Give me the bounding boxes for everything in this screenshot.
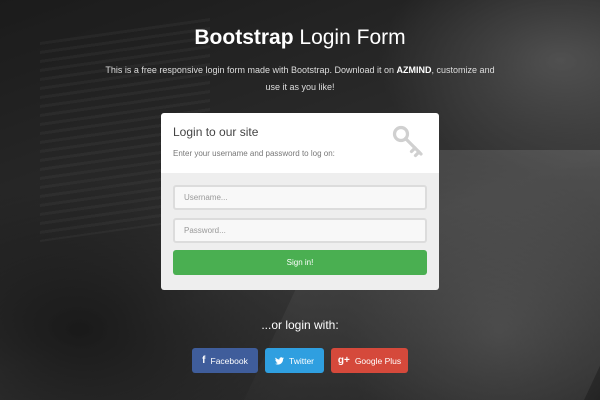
page-title: Bootstrap Login Form: [0, 26, 600, 50]
facebook-login-button[interactable]: f Facebook: [192, 348, 258, 373]
title-light: Login Form: [293, 26, 406, 49]
sign-in-button[interactable]: Sign in!: [173, 250, 427, 275]
login-form-body: Sign in!: [161, 173, 439, 290]
twitter-icon: [274, 356, 284, 365]
page-description: This is a free responsive login form mad…: [105, 62, 495, 96]
google-plus-icon: g+: [337, 355, 350, 366]
title-bold: Bootstrap: [194, 26, 294, 49]
username-input[interactable]: [173, 185, 427, 210]
key-icon: [392, 125, 423, 158]
facebook-label: Facebook: [210, 355, 248, 366]
login-subheading: Enter your username and password to log …: [173, 149, 335, 158]
page-content: Bootstrap Login Form This is a free resp…: [0, 0, 600, 400]
social-buttons: f Facebook Twitter g+ Google Plus: [0, 348, 600, 373]
facebook-icon: f: [202, 355, 206, 366]
login-heading: Login to our site: [173, 125, 259, 139]
description-brand-link[interactable]: AZMIND: [397, 65, 432, 75]
google-plus-label: Google Plus: [354, 355, 402, 366]
login-form-box: Login to our site Enter your username an…: [161, 113, 439, 290]
google-plus-login-button[interactable]: g+ Google Plus: [331, 348, 408, 373]
password-input[interactable]: [173, 218, 427, 243]
twitter-label: Twitter: [288, 355, 315, 366]
description-prefix: This is a free responsive login form mad…: [105, 65, 397, 75]
twitter-login-button[interactable]: Twitter: [265, 348, 324, 373]
social-login-label: ...or login with:: [261, 318, 339, 332]
login-form-header: Login to our site Enter your username an…: [161, 113, 439, 173]
